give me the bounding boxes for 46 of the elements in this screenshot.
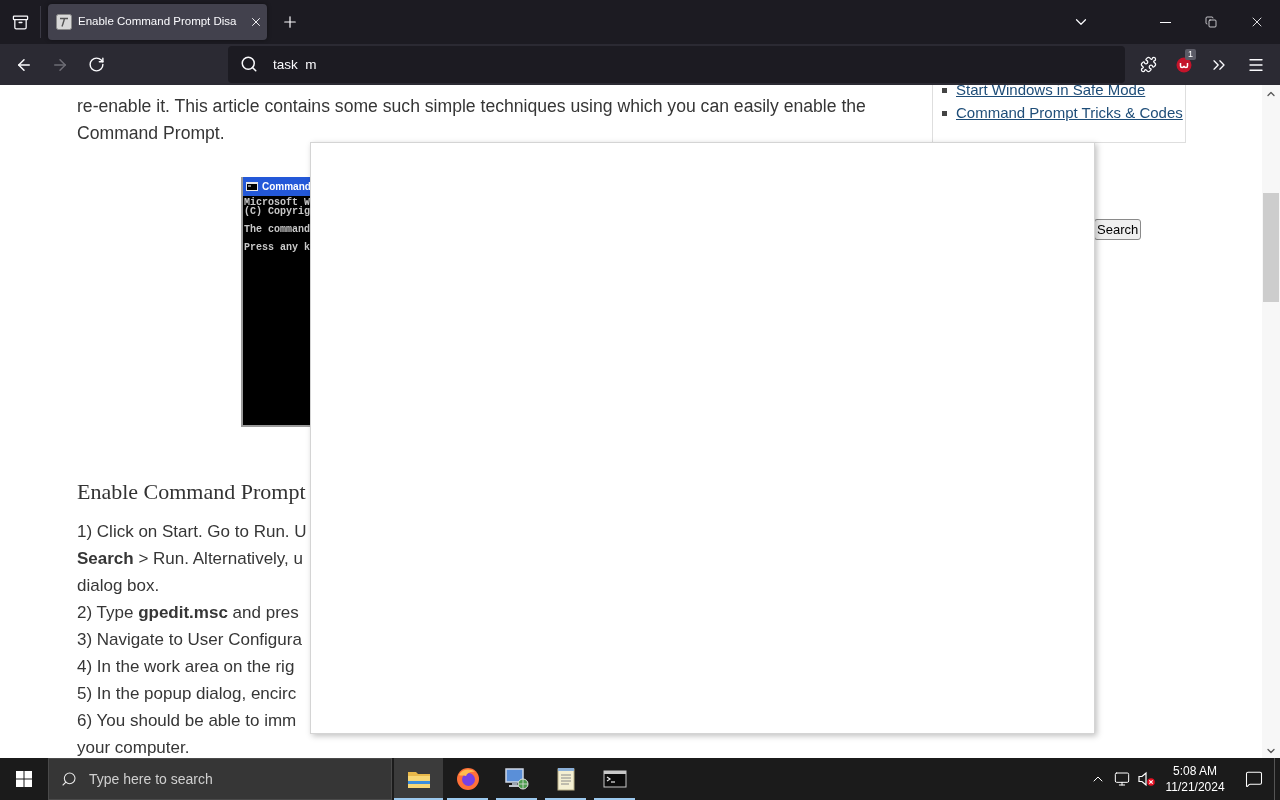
search-button[interactable]: Search: [1094, 219, 1142, 240]
address-field[interactable]: task m: [228, 46, 1125, 83]
step-text: 2) Type gpedit.msc and pres: [77, 602, 299, 624]
step-text: 6) You should be able to imm your computer.: [77, 710, 297, 758]
clock[interactable]: 5:08 AM 11/21/2024: [1166, 763, 1224, 795]
blocker-extension-button[interactable]: 1: [1168, 48, 1200, 81]
bullet-icon: [942, 111, 947, 116]
notepad-icon: [555, 767, 576, 791]
terminal-icon: [602, 769, 627, 789]
step-text: 5) In the popup dialog, encirc: [77, 683, 297, 705]
computer-network-icon: [503, 767, 530, 791]
site-favicon-icon: [56, 14, 72, 30]
plus-icon: [281, 13, 299, 31]
search-icon: [240, 55, 258, 73]
article-link[interactable]: Start Windows in Safe Mode: [956, 85, 1146, 102]
speaker-muted-icon: [1137, 771, 1155, 787]
step-text: 4) In the work area on the rig: [77, 656, 295, 678]
step-text: 1) Click on Start. Go to Run. U Search > Run. Alternatively, u dialog box.: [77, 521, 307, 597]
section-heading: Enable Command Prompt: [77, 478, 306, 506]
reload-icon: [87, 56, 105, 73]
folder-icon: [406, 769, 431, 789]
tab-title: Enable Command Prompt Disa: [78, 14, 237, 30]
taskbar-search-field[interactable]: Type here to search: [48, 758, 392, 800]
search-icon: [61, 771, 77, 787]
windows-logo-icon: [16, 771, 32, 787]
bullet-icon: [942, 88, 947, 93]
archive-box-icon: [11, 13, 29, 31]
browser-tab[interactable]: Enable Command Prompt Disa: [48, 4, 267, 40]
puzzle-piece-icon: [1139, 56, 1157, 73]
minimize-icon: [1159, 21, 1171, 23]
console-app-icon: [246, 182, 258, 191]
window-title: Command: [262, 180, 311, 194]
clock-date: 11/21/2024: [1165, 779, 1225, 795]
restore-icon: [1205, 16, 1217, 28]
extension-badge: 1: [1185, 48, 1196, 60]
clock-time: 5:08 AM: [1173, 763, 1217, 779]
intro-paragraph: re-enable it. This article contains some such simple techniques using which you can easily enable the Command Prompt.: [77, 95, 866, 145]
step-text: 3) Navigate to User Configura: [77, 629, 302, 651]
console-text: Microsoft W (C) Copyrig The command Press any k: [243, 198, 310, 252]
speech-bubble-icon: [1245, 770, 1263, 788]
scrollbar-thumb[interactable]: [1263, 193, 1279, 302]
taskbar-app-button[interactable]: [394, 758, 443, 800]
article-link[interactable]: Command Prompt Tricks & Codes: [956, 102, 1183, 125]
extension-logo-icon: [1176, 56, 1192, 73]
monitor-icon: [1114, 771, 1130, 787]
browser-logo-icon: [455, 767, 480, 791]
